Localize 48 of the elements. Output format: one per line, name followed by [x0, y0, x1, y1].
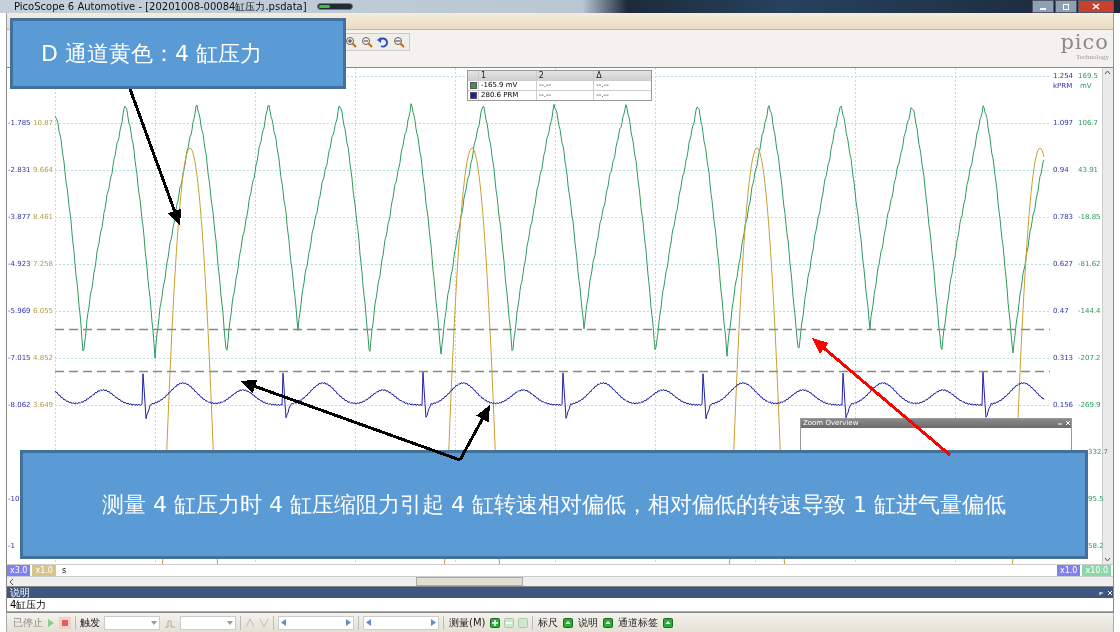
minimize-button[interactable]: [1032, 0, 1054, 13]
ruler-line[interactable]: [55, 370, 1050, 373]
right-arrow-icon[interactable]: [346, 619, 351, 626]
scroll-thumb[interactable]: [416, 577, 523, 586]
ruler-line[interactable]: [55, 328, 1050, 331]
window-title: PicoScope 6 Automotive - [20201008-00084缸压力.psdata]: [14, 1, 307, 12]
close-button[interactable]: [1078, 0, 1114, 13]
channel-labels-button[interactable]: 通道标签: [617, 615, 660, 630]
logo-wordmark: pico: [1060, 31, 1109, 53]
dropdown-caret-icon[interactable]: [151, 620, 157, 625]
panel-title: 说明: [10, 587, 30, 598]
scroll-up-icon[interactable]: [1103, 68, 1112, 77]
spin-field[interactable]: [363, 615, 439, 630]
zoom-out-icon[interactable]: [361, 36, 373, 48]
expand-icon[interactable]: [603, 617, 614, 628]
dropdown-caret-icon[interactable]: [227, 620, 233, 625]
horizontal-scrollbar[interactable]: [7, 576, 1113, 586]
expand-icon[interactable]: [563, 617, 574, 628]
stop-icon[interactable]: [59, 616, 71, 629]
callout-text: D 通道黄色：4 缸压力: [41, 39, 262, 68]
status-indicator-icon: [316, 3, 353, 10]
notes-field[interactable]: 4缸压力: [7, 598, 1113, 612]
restore-icon: [1062, 3, 1070, 10]
undo-arrow-icon[interactable]: [377, 36, 389, 48]
zoom-in-icon[interactable]: [345, 36, 357, 48]
axis-unit-label: s: [61, 566, 67, 575]
rulers-button[interactable]: 标尺: [537, 615, 560, 630]
callout-text: 测量 4 缸压力时 4 缸压缩阻力引起 4 缸转速相对偏低，相对偏低的转速导致 1 缸进气量偏低: [102, 490, 1006, 519]
dropdown-field[interactable]: [180, 615, 236, 630]
status-label: 已停止: [13, 615, 43, 630]
add-icon[interactable]: [490, 617, 501, 628]
spin-field[interactable]: [278, 615, 354, 630]
close-icon[interactable]: [1099, 588, 1113, 597]
maximize-button[interactable]: [1055, 0, 1077, 13]
scroll-down-icon[interactable]: [1103, 555, 1112, 564]
left-arrow-icon[interactable]: [366, 619, 371, 626]
close-icon[interactable]: [1057, 419, 1071, 427]
trigger-label: 触发: [80, 615, 100, 630]
column-header: 1: [478, 71, 536, 80]
measurements-button[interactable]: 测量(M): [448, 615, 487, 630]
expand-icon[interactable]: [663, 617, 674, 628]
right-arrow-icon[interactable]: [431, 619, 436, 626]
scroll-left-icon[interactable]: [7, 577, 16, 586]
close-icon: [1092, 3, 1100, 10]
notes-button[interactable]: 说明: [577, 615, 600, 630]
column-header: 2: [535, 71, 594, 80]
left-arrow-icon[interactable]: [281, 619, 286, 626]
column-header: Δ: [593, 71, 651, 80]
